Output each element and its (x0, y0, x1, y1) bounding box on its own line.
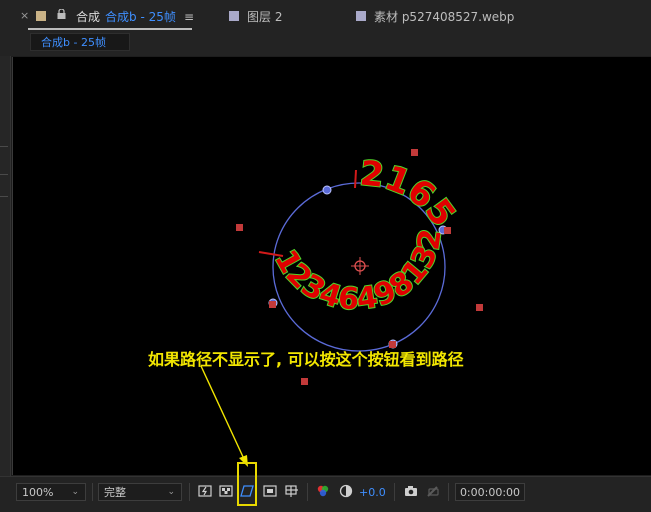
divider (92, 483, 93, 501)
path-text-top-content: 2165 (357, 152, 464, 235)
comp-color-swatch (36, 11, 46, 21)
show-snapshot-icon[interactable] (426, 484, 440, 498)
mask-vertex[interactable] (322, 185, 332, 195)
lock-icon[interactable] (57, 9, 66, 19)
composition-viewer[interactable]: 2165 123464981321 如果路径不显示了, 可以按这个按钮看到路径 (12, 57, 651, 475)
divider (0, 146, 8, 147)
transform-handle[interactable] (236, 224, 243, 231)
exposure-value[interactable]: +0.0 (359, 486, 386, 499)
resolution-value: 完整 (104, 486, 126, 499)
divider (0, 196, 8, 197)
fast-previews-icon[interactable] (198, 484, 212, 498)
chevron-down-icon: ⌄ (71, 487, 79, 497)
transform-handle[interactable] (269, 301, 276, 308)
divider (394, 483, 395, 501)
comp-tab-name: 合成b - 25帧 (105, 9, 176, 24)
chevron-down-icon: ⌄ (167, 487, 175, 497)
reset-exposure-icon[interactable] (339, 484, 353, 498)
layer-color-swatch (229, 11, 239, 21)
transform-handle[interactable] (444, 227, 451, 234)
viewer-canvas: 2165 123464981321 (13, 57, 483, 467)
tab-composition[interactable] (36, 5, 54, 27)
annotation-note: 如果路径不显示了, 可以按这个按钮看到路径 (148, 350, 464, 369)
divider (448, 483, 449, 501)
comp-tab-prefix: 合成 (76, 9, 101, 24)
divider (0, 174, 8, 175)
region-of-interest-icon[interactable] (263, 484, 277, 498)
comp-breadcrumb[interactable]: 合成b - 25帧 (30, 33, 130, 51)
footage-tab-label: 素材 p527408527.webp (374, 9, 515, 24)
tab-composition-label[interactable]: 合成 合成b - 25帧 (76, 5, 176, 27)
divider (307, 483, 308, 501)
transform-handle[interactable] (411, 149, 418, 156)
footage-color-swatch (356, 11, 366, 21)
annotation-highlight-box (237, 462, 257, 506)
close-tab-icon[interactable]: × (20, 9, 29, 22)
panel-tab-bar: × 合成 合成b - 25帧 ≡ 图层 2 素材 p527408527.webp… (0, 0, 651, 56)
annotation-arrow (200, 365, 245, 460)
camera-snapshot-icon[interactable] (404, 484, 418, 498)
tab-layer[interactable]: 图层 2 (229, 5, 282, 27)
anchor-point-icon[interactable] (351, 257, 369, 275)
zoom-value: 100% (22, 485, 54, 499)
current-time-display[interactable]: 0:00:00:00 (455, 483, 525, 501)
resolution-dropdown[interactable]: 完整 ⌄ (98, 483, 182, 501)
path-text-top: 2165 (358, 153, 463, 234)
zoom-dropdown[interactable]: 100% ⌄ (16, 483, 86, 501)
tab-menu-icon[interactable]: ≡ (184, 10, 194, 24)
last-margin-marker[interactable] (258, 251, 284, 257)
active-tab-indicator (28, 28, 192, 30)
divider (189, 483, 190, 501)
grid-guides-icon[interactable] (285, 484, 299, 498)
first-margin-marker[interactable] (354, 169, 357, 189)
color-channels-icon[interactable] (316, 484, 330, 498)
transform-handle[interactable] (476, 304, 483, 311)
transparency-grid-icon[interactable] (219, 484, 233, 498)
layer-tab-label: 图层 2 (247, 9, 283, 24)
left-panel-edge (0, 56, 11, 476)
transform-handle[interactable] (301, 378, 308, 385)
viewer-toolbar: 100% ⌄ 完整 ⌄ +0.0 0:00:00:00 (0, 476, 651, 512)
tab-footage[interactable]: 素材 p527408527.webp (356, 5, 514, 27)
